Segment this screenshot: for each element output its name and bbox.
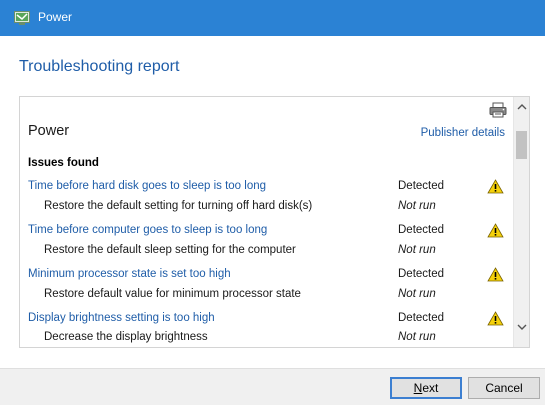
title-bar: Power bbox=[0, 0, 545, 36]
window-title: Power bbox=[38, 10, 73, 24]
vertical-scrollbar[interactable] bbox=[513, 97, 529, 347]
printer-icon[interactable] bbox=[489, 102, 507, 118]
issue-status: Detected bbox=[398, 268, 445, 280]
fix-status: Not run bbox=[398, 244, 436, 256]
report-title: Power bbox=[28, 123, 70, 139]
next-button[interactable]: Next bbox=[390, 377, 462, 399]
warning-icon bbox=[487, 223, 504, 238]
fix-status: Not run bbox=[398, 200, 436, 212]
fix-status: Not run bbox=[398, 288, 436, 300]
next-label: ext bbox=[422, 381, 439, 395]
issue-link-processor-state[interactable]: Minimum processor state is set too high bbox=[28, 268, 231, 280]
scroll-thumb[interactable] bbox=[516, 131, 527, 159]
fix-status: Not run bbox=[398, 331, 436, 343]
troubleshooter-icon bbox=[14, 11, 30, 25]
cancel-button[interactable]: Cancel bbox=[468, 377, 540, 399]
warning-icon bbox=[487, 267, 504, 282]
fix-description: Restore the default sleep setting for th… bbox=[44, 244, 296, 256]
button-bar: Next Cancel bbox=[0, 368, 545, 405]
report-panel: Power Publisher details Issues found Tim… bbox=[19, 96, 530, 348]
issue-link-hard-disk-sleep[interactable]: Time before hard disk goes to sleep is t… bbox=[28, 180, 266, 192]
warning-icon bbox=[487, 179, 504, 194]
fix-description: Restore the default setting for turning … bbox=[44, 200, 313, 212]
issues-found-label: Issues found bbox=[28, 157, 99, 169]
issue-status: Detected bbox=[398, 180, 445, 192]
issue-link-computer-sleep[interactable]: Time before computer goes to sleep is to… bbox=[28, 224, 267, 236]
fix-description: Decrease the display brightness bbox=[44, 331, 208, 343]
publisher-details-link[interactable]: Publisher details bbox=[421, 127, 505, 139]
issue-link-display-brightness[interactable]: Display brightness setting is too high bbox=[28, 312, 215, 324]
scroll-up-icon[interactable] bbox=[517, 103, 527, 111]
fix-description: Restore default value for minimum proces… bbox=[44, 288, 301, 300]
scroll-down-icon[interactable] bbox=[517, 323, 527, 331]
page-heading: Troubleshooting report bbox=[19, 58, 180, 75]
issue-status: Detected bbox=[398, 224, 445, 236]
issue-status: Detected bbox=[398, 312, 445, 324]
warning-icon bbox=[487, 311, 504, 326]
next-accelerator: N bbox=[413, 381, 423, 395]
